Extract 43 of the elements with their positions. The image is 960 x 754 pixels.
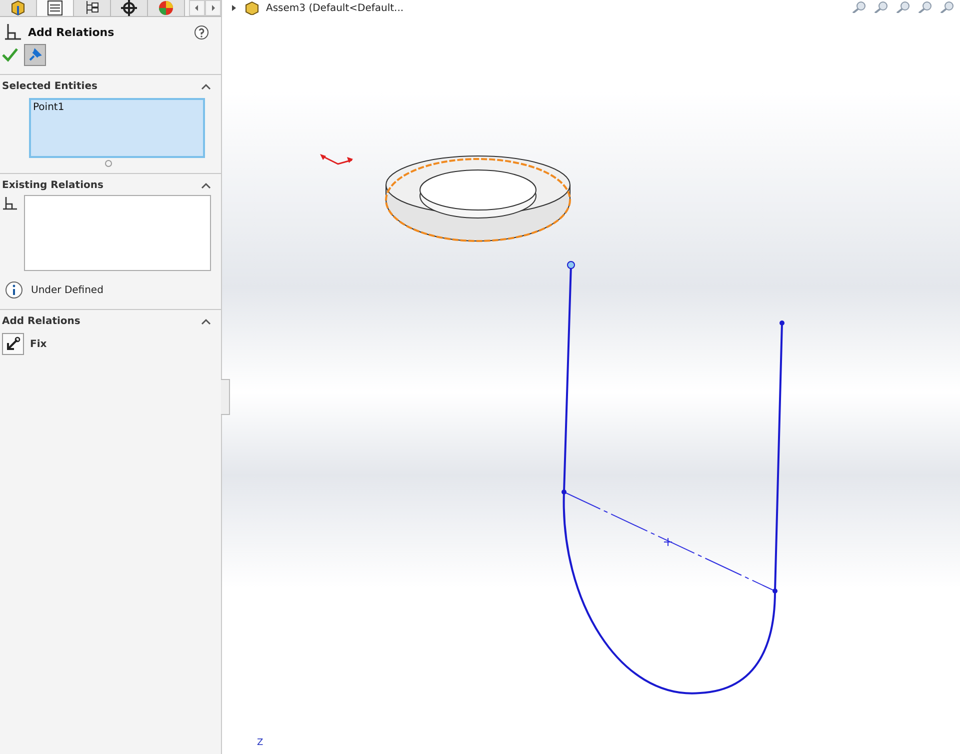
panel-title: Add Relations [28, 26, 116, 38]
view-tool-icon[interactable] [896, 1, 912, 13]
part-icon [9, 0, 27, 16]
collapse-chevron-icon[interactable] [201, 318, 211, 325]
panel-tab[interactable] [0, 0, 37, 16]
relation-icon [2, 195, 18, 211]
section-title: Existing Relations [2, 180, 104, 191]
scroll-left-button[interactable] [189, 0, 205, 16]
panel-collapse-handle[interactable] [221, 379, 230, 415]
pin-button[interactable] [24, 44, 46, 66]
panel-tab[interactable] [111, 0, 148, 16]
triad-arrow-icon [320, 154, 353, 165]
panel-tab[interactable] [37, 0, 74, 16]
left-arrow-icon [194, 5, 200, 11]
info-icon [5, 281, 23, 299]
axis-label: Z [257, 738, 264, 748]
ok-check-icon[interactable] [2, 48, 18, 62]
color-wheel-icon [157, 0, 175, 16]
relation-icon [4, 23, 22, 41]
status-text: Under Defined [31, 284, 104, 296]
assembly-icon [244, 1, 260, 15]
crosshair-icon [120, 0, 138, 16]
list-item[interactable]: Point1 [31, 100, 203, 115]
right-arrow-icon [210, 5, 216, 11]
view-tool-icon[interactable] [852, 1, 868, 13]
fix-relation-button[interactable] [2, 333, 24, 355]
collapse-chevron-icon[interactable] [201, 83, 211, 90]
selection-list-box[interactable]: Point1 [29, 98, 205, 158]
scroll-right-button[interactable] [205, 0, 221, 16]
view-tool-icon[interactable] [918, 1, 934, 13]
pushpin-icon [28, 48, 42, 62]
expand-arrow-icon[interactable] [230, 4, 238, 12]
panel-tab[interactable] [74, 0, 111, 16]
resize-handle[interactable] [105, 160, 112, 167]
section-title: Add Relations [2, 316, 80, 327]
section-title: Selected Entities [2, 81, 98, 92]
relation-label[interactable]: Fix [30, 338, 47, 350]
collapse-chevron-icon[interactable] [201, 182, 211, 189]
anchor-icon [5, 336, 21, 352]
view-tool-icon[interactable] [874, 1, 890, 13]
help-icon[interactable] [194, 24, 209, 40]
tree-root-label[interactable]: Assem3 (Default<Default... [266, 2, 404, 14]
view-tool-icon[interactable] [940, 1, 956, 13]
